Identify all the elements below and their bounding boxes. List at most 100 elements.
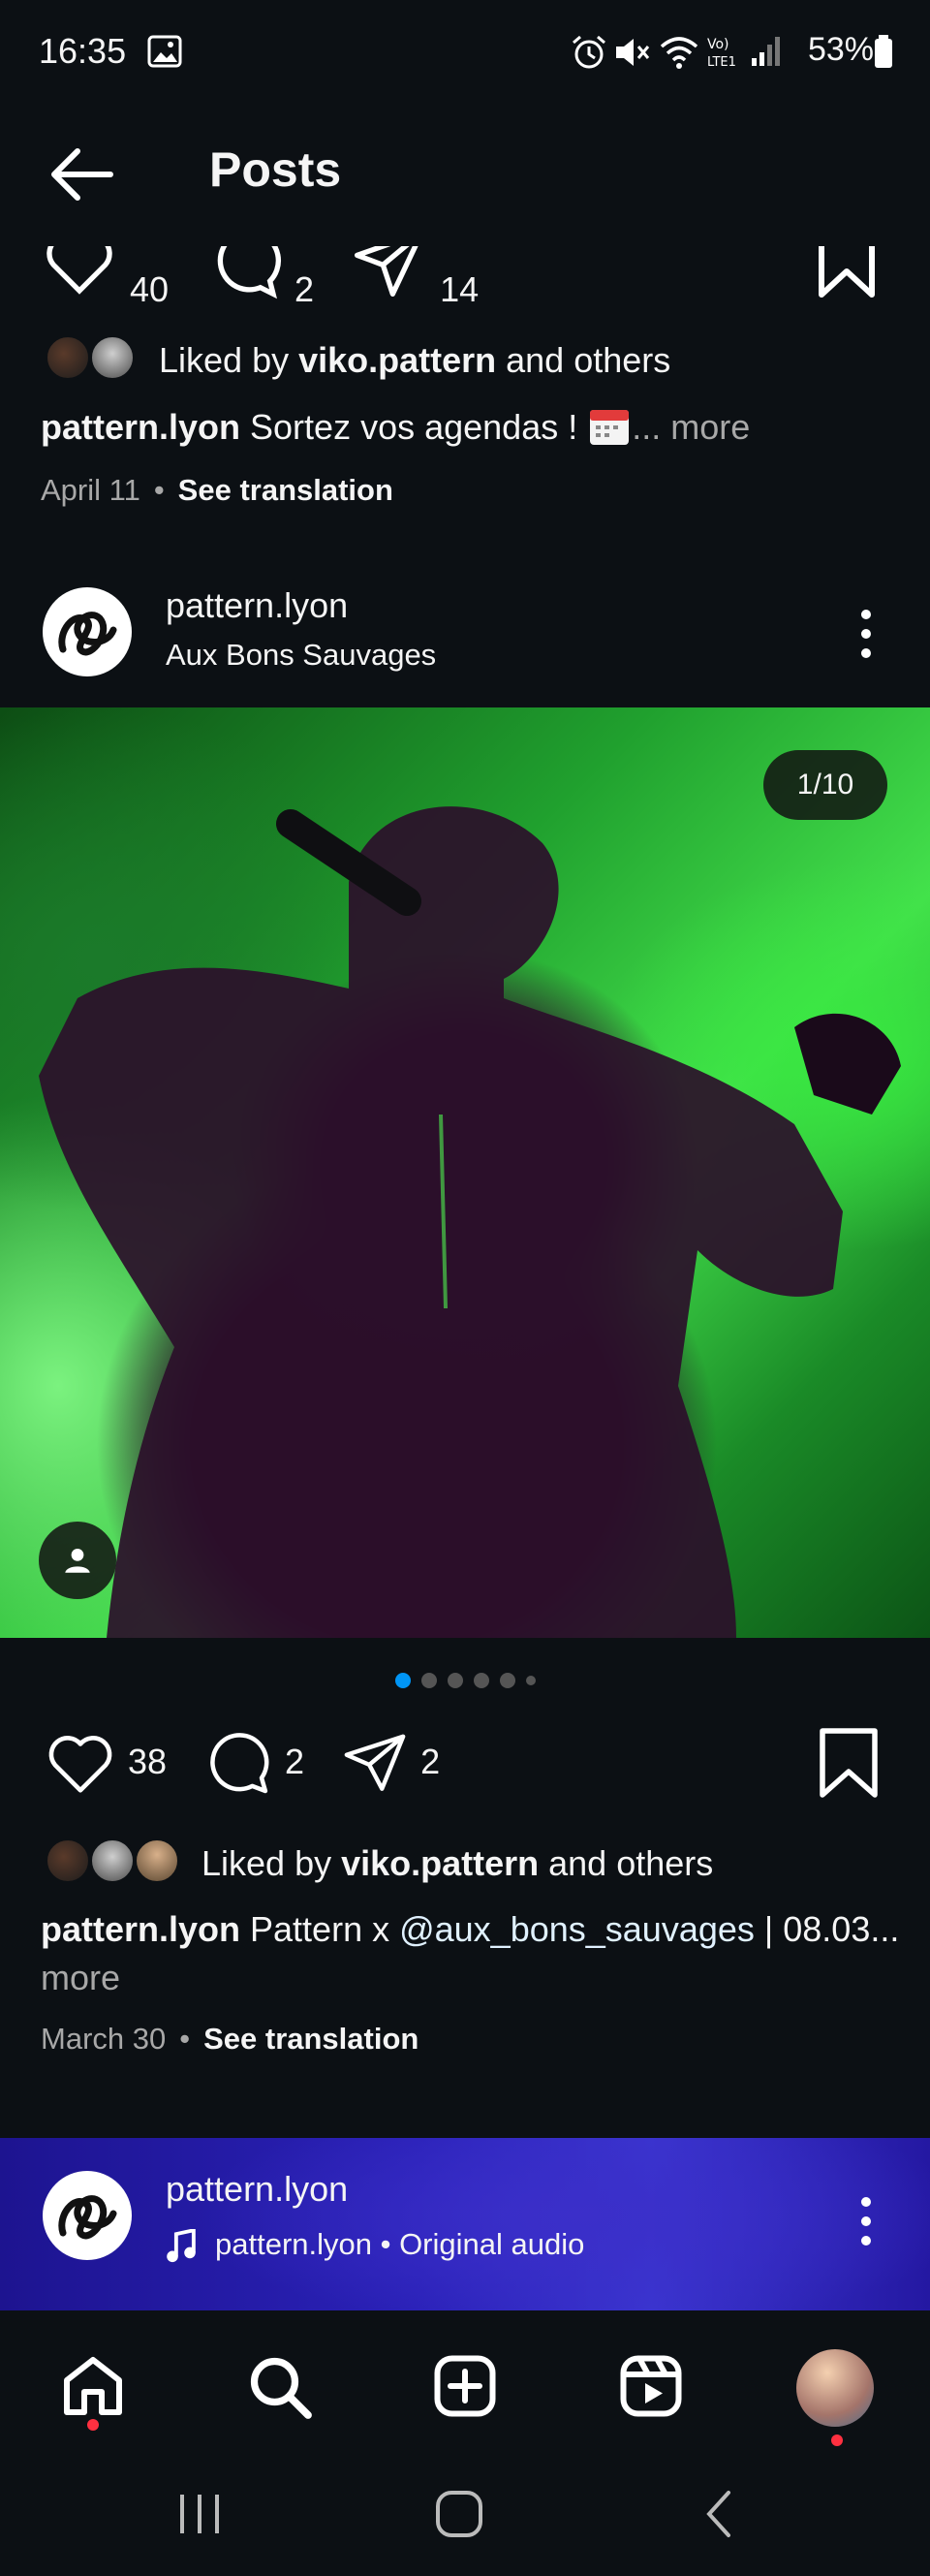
caption-username[interactable]: pattern.lyon xyxy=(41,407,240,447)
back-arrow-icon[interactable] xyxy=(46,145,116,204)
comment-icon[interactable] xyxy=(203,1727,273,1797)
liked-by-prefix: Liked by xyxy=(159,340,299,380)
volte-icon: Vo) LTE1 xyxy=(707,37,736,70)
post1-action-bar: 40 2 14 xyxy=(0,246,930,310)
avatar xyxy=(89,334,136,381)
recent-apps-icon[interactable] xyxy=(174,2489,225,2539)
caption-ellipsis: ... xyxy=(632,407,662,447)
status-bar: 16:35 Vo) LTE1 53% xyxy=(0,0,930,105)
carousel-dot xyxy=(394,1673,411,1688)
caption-username[interactable]: pattern.lyon xyxy=(41,1909,240,1949)
caption-text-rest: | 08.03... xyxy=(754,1909,900,1949)
svg-text:LTE1: LTE1 xyxy=(707,55,736,70)
post3-username[interactable]: pattern.lyon xyxy=(166,2169,348,2210)
bookmark-icon[interactable] xyxy=(816,246,878,298)
post1-comment-count[interactable]: 2 xyxy=(294,269,314,310)
liked-by-user[interactable]: viko.pattern xyxy=(298,340,496,380)
system-back-icon[interactable] xyxy=(699,2489,738,2539)
caption-more-link[interactable]: more xyxy=(661,407,750,447)
share-paper-plane-icon[interactable] xyxy=(341,1728,409,1796)
page-title: Posts xyxy=(209,142,342,197)
bookmark-icon[interactable] xyxy=(818,1727,880,1799)
image-counter-badge: 1/10 xyxy=(763,750,887,820)
post2-image[interactable]: 1/10 xyxy=(0,707,930,1638)
home-icon xyxy=(64,2357,122,2415)
notification-dot xyxy=(87,2419,99,2431)
top-app-bar: Posts xyxy=(0,105,930,246)
search-icon xyxy=(250,2357,312,2419)
post1-liked-by[interactable]: Liked by viko.pattern and others xyxy=(45,334,670,387)
post1-like-count[interactable]: 40 xyxy=(130,269,169,310)
liked-by-suffix: and others xyxy=(539,1843,714,1883)
carousel-indicator xyxy=(0,1673,930,1688)
post2-caption: pattern.lyon Pattern x @aux_bons_sauvage… xyxy=(41,1905,903,2002)
post3-reel-preview[interactable]: pattern.lyon pattern.lyon • Original aud… xyxy=(0,2138,930,2310)
carousel-dot xyxy=(525,1676,536,1685)
caption-more-link[interactable]: more xyxy=(41,1954,903,2002)
svg-text:Vo): Vo) xyxy=(707,37,729,52)
pattern-logo-avatar[interactable] xyxy=(43,587,132,676)
see-translation-link[interactable]: See translation xyxy=(178,473,393,507)
post3-audio[interactable]: pattern.lyon • Original audio xyxy=(215,2227,584,2262)
post2-like-count[interactable]: 38 xyxy=(128,1742,167,1782)
nav-create[interactable] xyxy=(428,2349,502,2423)
battery-icon xyxy=(875,35,892,68)
post2-action-bar: 38 2 2 xyxy=(45,1725,477,1799)
caption-text: Sortez vos agendas ! xyxy=(240,407,588,447)
performer-silhouette xyxy=(39,806,901,1638)
post2-share-count[interactable]: 2 xyxy=(420,1742,440,1782)
share-icon[interactable] xyxy=(351,246,428,300)
comment-icon[interactable] xyxy=(205,246,283,300)
nav-reels[interactable] xyxy=(614,2349,688,2423)
pattern-logo-icon xyxy=(58,612,117,656)
avatar xyxy=(134,1838,180,1884)
person-icon xyxy=(65,1548,90,1573)
post2-header: pattern.lyon Aux Bons Sauvages xyxy=(0,580,930,686)
mute-icon xyxy=(616,39,650,66)
post2-comment-count[interactable]: 2 xyxy=(285,1742,304,1782)
battery-percent: 53% xyxy=(807,31,874,68)
liked-by-suffix: and others xyxy=(496,340,671,380)
post1-meta: April 11 • See translation xyxy=(41,473,393,507)
post1-share-count[interactable]: 14 xyxy=(440,269,479,310)
avatar xyxy=(45,334,91,381)
status-time: 16:35 xyxy=(39,31,127,71)
system-navigation-bar xyxy=(0,2462,930,2576)
nav-home[interactable] xyxy=(56,2349,130,2423)
post2-liked-by[interactable]: Liked by viko.pattern and others xyxy=(45,1838,713,1890)
post2-location[interactable]: Aux Bons Sauvages xyxy=(166,638,436,673)
see-translation-link[interactable]: See translation xyxy=(203,2022,418,2056)
pattern-logo-avatar[interactable] xyxy=(43,2171,132,2260)
post1-caption: pattern.lyon Sortez vos agendas ! ... mo… xyxy=(41,403,893,452)
carousel-dot xyxy=(447,1673,463,1688)
more-options-icon[interactable] xyxy=(849,607,884,661)
pattern-logo-icon xyxy=(58,2195,117,2240)
nav-search[interactable] xyxy=(242,2349,316,2423)
post-date: March 30 xyxy=(41,2022,167,2056)
nav-profile-avatar[interactable] xyxy=(796,2349,874,2427)
carousel-dot xyxy=(473,1673,489,1688)
caption-text: Pattern x xyxy=(240,1909,400,1949)
liked-by-avatars xyxy=(45,1838,188,1890)
post2-username[interactable]: pattern.lyon xyxy=(166,585,348,626)
like-heart-icon[interactable] xyxy=(41,246,118,300)
more-options-icon[interactable] xyxy=(849,2194,884,2248)
alarm-icon xyxy=(573,35,605,69)
create-plus-icon xyxy=(434,2355,496,2417)
like-heart-icon[interactable] xyxy=(45,1728,116,1796)
home-button-icon[interactable] xyxy=(434,2489,484,2539)
liked-by-user[interactable]: viko.pattern xyxy=(341,1843,539,1883)
calendar-emoji-icon xyxy=(590,410,630,445)
reels-icon xyxy=(620,2355,682,2417)
carousel-dot xyxy=(499,1673,515,1688)
tagged-people-button[interactable] xyxy=(39,1522,116,1599)
liked-by-prefix: Liked by xyxy=(202,1843,342,1883)
avatar xyxy=(45,1838,91,1884)
signal-icon xyxy=(752,37,780,66)
carousel-dot xyxy=(420,1673,437,1688)
caption-mention-link[interactable]: @aux_bons_sauvages xyxy=(399,1909,755,1949)
avatar xyxy=(89,1838,136,1884)
bottom-navigation xyxy=(0,2310,930,2462)
post-date: April 11 xyxy=(41,473,140,507)
liked-by-avatars xyxy=(45,334,145,387)
